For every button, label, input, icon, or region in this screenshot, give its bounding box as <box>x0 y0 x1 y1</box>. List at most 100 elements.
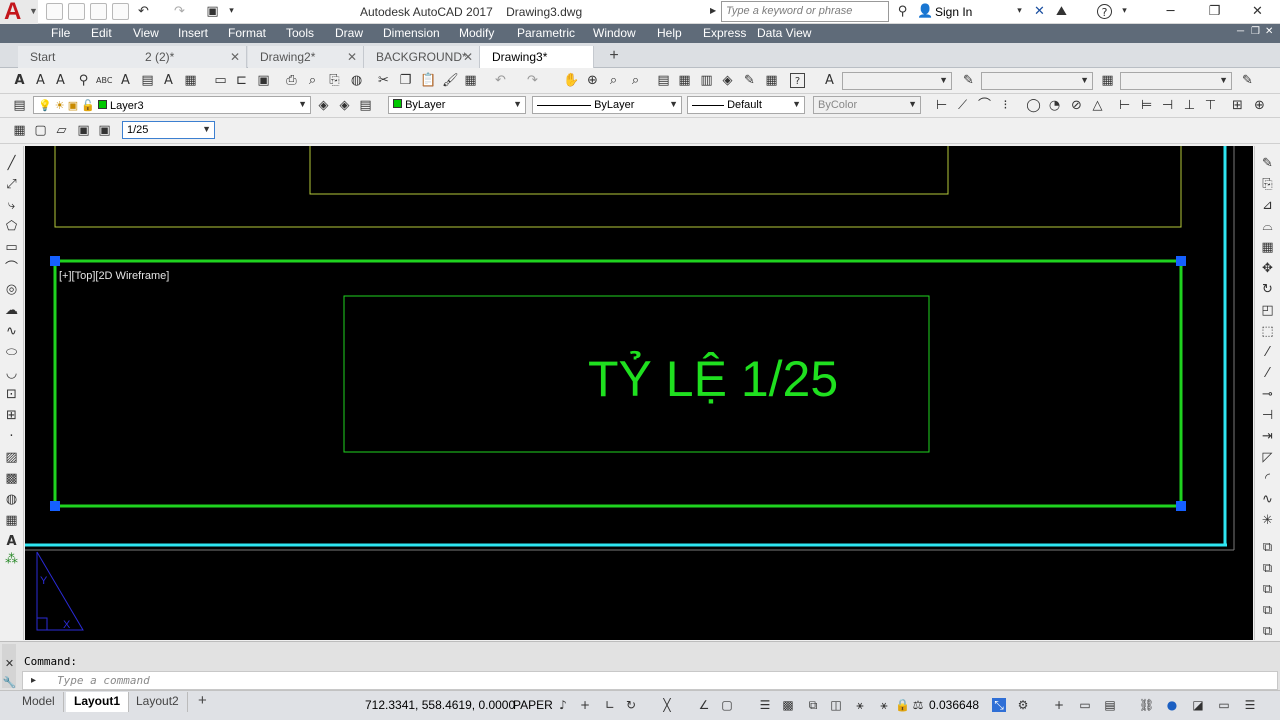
dim-angular-icon[interactable]: △ <box>1090 98 1105 113</box>
application-menu-button[interactable]: A ▼ <box>0 0 38 24</box>
dim-radius-icon[interactable]: ◯ <box>1026 98 1041 113</box>
paste-icon[interactable]: 📋 <box>420 73 436 88</box>
doc-restore-icon[interactable]: ❐ <box>1251 26 1260 37</box>
break-icon[interactable]: ⊣ <box>1260 408 1275 423</box>
plot-preview-icon[interactable]: ⌕ <box>305 73 320 88</box>
customization-icon[interactable]: ☰ <box>1243 698 1257 712</box>
undo-icon[interactable]: ↶ <box>493 73 508 88</box>
copy-icon[interactable]: ⎘ <box>1260 177 1275 192</box>
search-expand-icon[interactable]: ▶ <box>710 6 716 15</box>
close-icon[interactable]: ✕ <box>347 50 357 64</box>
multileader-style-icon[interactable]: ✎ <box>1240 73 1255 88</box>
transparency-icon[interactable]: ▩ <box>781 698 795 712</box>
menu-modify[interactable]: Modify <box>459 26 494 40</box>
redo-icon[interactable]: ↷ <box>525 73 540 88</box>
multiline-text-icon[interactable]: A <box>4 534 19 549</box>
menu-view[interactable]: View <box>133 26 159 40</box>
polygon-icon[interactable]: ⬠ <box>4 219 19 234</box>
layer-previous-icon[interactable]: ◈ <box>337 98 352 113</box>
layer-properties-icon[interactable]: ▤ <box>12 98 27 113</box>
lock-icon[interactable]: 🔒 <box>895 698 910 712</box>
plot-icon[interactable] <box>112 3 129 20</box>
maximize-icon[interactable]: ❐ <box>1207 4 1222 19</box>
new-file-icon[interactable] <box>46 3 63 20</box>
explode-icon[interactable]: ✳ <box>1260 513 1275 528</box>
object-snap-tracking-icon[interactable]: ╳ <box>660 698 674 712</box>
grip-bottom-right[interactable] <box>1176 501 1186 511</box>
search-input[interactable]: Type a keyword or phrase <box>721 1 889 22</box>
dim-space-icon[interactable]: ⊥ <box>1182 98 1197 113</box>
annotation-scale-value[interactable]: 0.036648 <box>929 698 979 712</box>
dim-diameter-icon[interactable]: ⊘ <box>1069 98 1084 113</box>
tab-layout2[interactable]: Layout2 <box>128 692 188 712</box>
array-icon[interactable]: ▦ <box>1260 240 1275 255</box>
edit-text-icon[interactable]: A <box>53 73 68 88</box>
minimize-icon[interactable]: ─ <box>1163 4 1178 19</box>
revision-cloud-icon[interactable]: ☁ <box>4 303 19 318</box>
grip-bottom-left[interactable] <box>50 501 60 511</box>
menu-help[interactable]: Help <box>657 26 682 40</box>
spelling-icon[interactable]: ABC <box>96 73 112 88</box>
plot-icon[interactable]: ⎙ <box>284 73 299 88</box>
new-icon[interactable]: ▭ <box>213 73 228 88</box>
rotate-icon[interactable]: ↻ <box>1260 282 1275 297</box>
infer-constraints-icon[interactable]: + <box>578 698 592 712</box>
insert-block-icon[interactable]: ⊡ <box>4 387 19 402</box>
fillet-icon[interactable]: ◜ <box>1260 471 1275 486</box>
pan-icon[interactable]: ✋ <box>563 73 579 88</box>
help-icon[interactable]: ? <box>790 73 805 88</box>
autodesk-360-icon[interactable]: ⛰ <box>1054 4 1069 19</box>
chevron-down-icon[interactable]: ▾ <box>1117 4 1132 19</box>
menu-dimension[interactable]: Dimension <box>383 26 440 40</box>
rectangle-icon[interactable]: ▭ <box>4 240 19 255</box>
match-properties-icon[interactable]: 🖌 <box>442 73 459 88</box>
menu-insert[interactable]: Insert <box>178 26 208 40</box>
text-style-icon[interactable]: A <box>118 73 133 88</box>
justify-text-icon[interactable]: A <box>161 73 176 88</box>
publish-icon[interactable]: ⎘ <box>327 73 342 88</box>
table-style-select[interactable]: ▼ <box>1120 72 1232 90</box>
close-icon[interactable]: ✕ <box>2 656 17 671</box>
sign-in-link[interactable]: Sign In <box>935 5 972 19</box>
scale-text-icon[interactable]: ▤ <box>140 73 155 88</box>
binoculars-icon[interactable]: ⚲ <box>895 4 910 19</box>
new-tab-button[interactable]: + <box>600 46 628 68</box>
open-file-icon[interactable] <box>68 3 85 20</box>
trim-icon[interactable]: ⁄ <box>1260 345 1275 360</box>
table-style-icon[interactable]: ▦ <box>1100 73 1115 88</box>
arc-icon[interactable]: ⌒ <box>4 261 19 276</box>
add-layout-button[interactable]: + <box>192 692 213 712</box>
hatch-icon[interactable]: ▨ <box>4 450 19 465</box>
join-icon[interactable]: ⇥ <box>1260 429 1275 444</box>
stretch-icon[interactable]: ⬚ <box>1260 324 1275 339</box>
redo-icon[interactable]: ↷ <box>172 4 187 19</box>
zoom-window-icon[interactable]: ⌕ <box>606 73 621 88</box>
doc-minimize-icon[interactable]: ─ <box>1237 26 1244 37</box>
save-icon[interactable]: ▣ <box>256 73 271 88</box>
line-icon[interactable]: ╱ <box>4 156 19 171</box>
dim-baseline-icon[interactable]: ⊨ <box>1139 98 1154 113</box>
make-block-icon[interactable]: ⊞ <box>4 408 19 423</box>
tab-layout1[interactable]: Layout1 <box>66 692 130 712</box>
add-selected-icon[interactable]: ⁂ <box>4 552 19 567</box>
move-icon[interactable]: ✥ <box>1260 261 1275 276</box>
command-input[interactable]: ▸ Type a command <box>22 671 1278 690</box>
text-front-icon[interactable]: ⧉ <box>1260 624 1275 639</box>
erase-icon[interactable]: ✎ <box>1260 156 1275 171</box>
tab-drawing3[interactable]: Drawing3* <box>480 46 594 68</box>
zoom-previous-icon[interactable]: ⌕ <box>628 73 643 88</box>
menu-express[interactable]: Express <box>703 26 746 40</box>
markup-icon[interactable]: ✎ <box>742 73 757 88</box>
point-icon[interactable]: · <box>4 429 19 444</box>
dim-aligned-icon[interactable]: ⟋ <box>955 98 970 113</box>
layer-select[interactable]: 💡 ☀ ▣ 🔓 Layer3 ▼ <box>33 96 311 114</box>
workspace-gear-icon[interactable]: ⚙ <box>1016 698 1030 712</box>
copy-icon[interactable]: ❐ <box>398 73 413 88</box>
menu-edit[interactable]: Edit <box>91 26 112 40</box>
snap-mode-icon[interactable]: ♪ <box>556 698 570 712</box>
draw-order-front-icon[interactable]: ⧉ <box>1260 540 1275 555</box>
dim-style-select[interactable]: ▼ <box>981 72 1093 90</box>
extend-icon[interactable]: ⁄ <box>1260 366 1275 381</box>
bring-above-icon[interactable]: ⧉ <box>1260 582 1275 597</box>
convert-space-icon[interactable]: ▦ <box>183 73 198 88</box>
